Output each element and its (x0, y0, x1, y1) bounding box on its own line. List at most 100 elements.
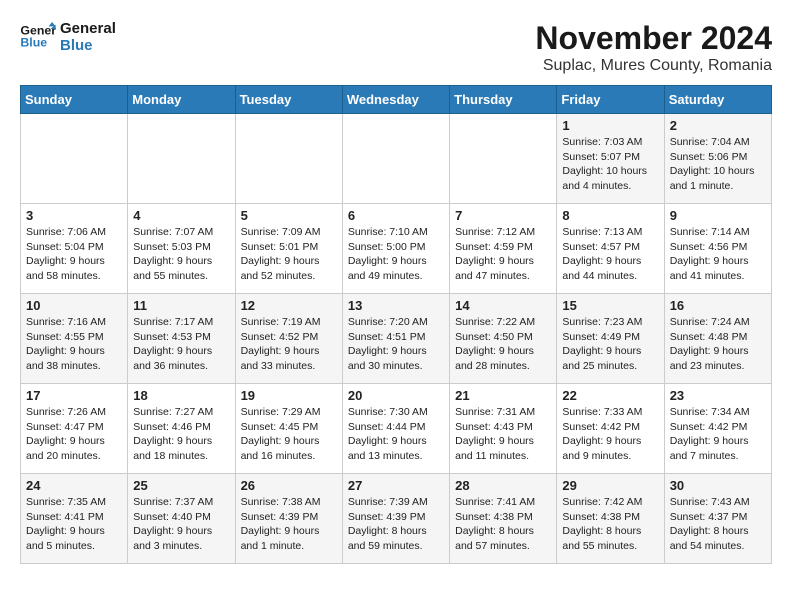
day-number: 2 (670, 118, 766, 133)
header-saturday: Saturday (664, 86, 771, 114)
calendar-header: SundayMondayTuesdayWednesdayThursdayFrid… (21, 86, 772, 114)
day-number: 28 (455, 478, 551, 493)
calendar-cell: 22 Sunrise: 7:33 AM Sunset: 4:42 PM Dayli… (557, 384, 664, 474)
calendar-cell: 19 Sunrise: 7:29 AM Sunset: 4:45 PM Dayli… (235, 384, 342, 474)
calendar-week-3: 17Sunrise: 7:26 AM Sunset: 4:47 PM Dayli… (21, 384, 772, 474)
header-friday: Friday (557, 86, 664, 114)
calendar-cell: 18 Sunrise: 7:27 AM Sunset: 4:46 PM Dayli… (128, 384, 235, 474)
day-number: 16 (670, 298, 766, 313)
cell-content: Sunrise: 7:34 AM Sunset: 4:42 PM Dayligh… (670, 405, 766, 464)
cell-content: Sunrise: 7:42 AM Sunset: 4:38 PM Dayligh… (562, 495, 658, 554)
calendar-cell: 30Sunrise: 7:43 AM Sunset: 4:37 PM Dayli… (664, 474, 771, 564)
day-number: 1 (562, 118, 658, 133)
day-number: 23 (670, 388, 766, 403)
calendar-cell: 12 Sunrise: 7:19 AM Sunset: 4:52 PM Dayli… (235, 294, 342, 384)
day-number: 8 (562, 208, 658, 223)
calendar-table: SundayMondayTuesdayWednesdayThursdayFrid… (20, 85, 772, 564)
day-number: 7 (455, 208, 551, 223)
cell-content: Sunrise: 7:24 AM Sunset: 4:48 PM Dayligh… (670, 315, 766, 374)
calendar-cell: 25Sunrise: 7:37 AM Sunset: 4:40 PM Dayli… (128, 474, 235, 564)
cell-content: Sunrise: 7:16 AM Sunset: 4:55 PM Dayligh… (26, 315, 122, 374)
calendar-cell: 14Sunrise: 7:22 AM Sunset: 4:50 PM Dayli… (450, 294, 557, 384)
cell-content: Sunrise: 7:43 AM Sunset: 4:37 PM Dayligh… (670, 495, 766, 554)
calendar-week-2: 10 Sunrise: 7:16 AM Sunset: 4:55 PM Dayli… (21, 294, 772, 384)
logo-line2: Blue (60, 37, 116, 54)
cell-content: Sunrise: 7:12 AM Sunset: 4:59 PM Dayligh… (455, 225, 551, 284)
day-number: 10 (26, 298, 122, 313)
page-header: General Blue General Blue November 2024 … (20, 20, 772, 75)
day-number: 4 (133, 208, 229, 223)
day-number: 6 (348, 208, 444, 223)
svg-text:Blue: Blue (20, 36, 47, 50)
calendar-cell: 16 Sunrise: 7:24 AM Sunset: 4:48 PM Dayli… (664, 294, 771, 384)
calendar-cell: 28Sunrise: 7:41 AM Sunset: 4:38 PM Dayli… (450, 474, 557, 564)
day-number: 11 (133, 298, 229, 313)
title-block: November 2024 Suplac, Mures County, Roma… (535, 20, 772, 75)
header-thursday: Thursday (450, 86, 557, 114)
cell-content: Sunrise: 7:38 AM Sunset: 4:39 PM Dayligh… (241, 495, 337, 554)
day-number: 5 (241, 208, 337, 223)
cell-content: Sunrise: 7:04 AM Sunset: 5:06 PM Dayligh… (670, 135, 766, 194)
calendar-cell: 13 Sunrise: 7:20 AM Sunset: 4:51 PM Dayli… (342, 294, 449, 384)
calendar-cell: 17Sunrise: 7:26 AM Sunset: 4:47 PM Dayli… (21, 384, 128, 474)
calendar-week-0: 1 Sunrise: 7:03 AM Sunset: 5:07 PM Daylig… (21, 114, 772, 204)
cell-content: Sunrise: 7:33 AM Sunset: 4:42 PM Dayligh… (562, 405, 658, 464)
calendar-cell: 27Sunrise: 7:39 AM Sunset: 4:39 PM Dayli… (342, 474, 449, 564)
day-number: 25 (133, 478, 229, 493)
calendar-cell: 24Sunrise: 7:35 AM Sunset: 4:41 PM Dayli… (21, 474, 128, 564)
day-number: 9 (670, 208, 766, 223)
cell-content: Sunrise: 7:19 AM Sunset: 4:52 PM Dayligh… (241, 315, 337, 374)
calendar-cell: 20 Sunrise: 7:30 AM Sunset: 4:44 PM Dayli… (342, 384, 449, 474)
day-number: 12 (241, 298, 337, 313)
cell-content: Sunrise: 7:03 AM Sunset: 5:07 PM Dayligh… (562, 135, 658, 194)
cell-content: Sunrise: 7:35 AM Sunset: 4:41 PM Dayligh… (26, 495, 122, 554)
location-subtitle: Suplac, Mures County, Romania (535, 57, 772, 75)
cell-content: Sunrise: 7:26 AM Sunset: 4:47 PM Dayligh… (26, 405, 122, 464)
month-title: November 2024 (535, 20, 772, 57)
calendar-cell: 5 Sunrise: 7:09 AM Sunset: 5:01 PM Daylig… (235, 204, 342, 294)
cell-content: Sunrise: 7:09 AM Sunset: 5:01 PM Dayligh… (241, 225, 337, 284)
calendar-week-1: 3 Sunrise: 7:06 AM Sunset: 5:04 PM Daylig… (21, 204, 772, 294)
day-number: 20 (348, 388, 444, 403)
day-number: 26 (241, 478, 337, 493)
calendar-cell: 26 Sunrise: 7:38 AM Sunset: 4:39 PM Dayli… (235, 474, 342, 564)
day-number: 29 (562, 478, 658, 493)
day-number: 13 (348, 298, 444, 313)
cell-content: Sunrise: 7:30 AM Sunset: 4:44 PM Dayligh… (348, 405, 444, 464)
calendar-cell (128, 114, 235, 204)
logo-line1: General (60, 20, 116, 37)
day-number: 22 (562, 388, 658, 403)
cell-content: Sunrise: 7:29 AM Sunset: 4:45 PM Dayligh… (241, 405, 337, 464)
calendar-cell: 1 Sunrise: 7:03 AM Sunset: 5:07 PM Daylig… (557, 114, 664, 204)
calendar-cell: 2 Sunrise: 7:04 AM Sunset: 5:06 PM Daylig… (664, 114, 771, 204)
cell-content: Sunrise: 7:27 AM Sunset: 4:46 PM Dayligh… (133, 405, 229, 464)
day-number: 21 (455, 388, 551, 403)
calendar-week-4: 24Sunrise: 7:35 AM Sunset: 4:41 PM Dayli… (21, 474, 772, 564)
calendar-cell (21, 114, 128, 204)
cell-content: Sunrise: 7:07 AM Sunset: 5:03 PM Dayligh… (133, 225, 229, 284)
header-monday: Monday (128, 86, 235, 114)
logo: General Blue General Blue (20, 20, 116, 54)
logo-icon: General Blue (20, 22, 56, 52)
calendar-cell (450, 114, 557, 204)
calendar-cell: 6 Sunrise: 7:10 AM Sunset: 5:00 PM Daylig… (342, 204, 449, 294)
calendar-cell: 7 Sunrise: 7:12 AM Sunset: 4:59 PM Daylig… (450, 204, 557, 294)
day-number: 18 (133, 388, 229, 403)
cell-content: Sunrise: 7:06 AM Sunset: 5:04 PM Dayligh… (26, 225, 122, 284)
calendar-cell: 11Sunrise: 7:17 AM Sunset: 4:53 PM Dayli… (128, 294, 235, 384)
calendar-cell: 10 Sunrise: 7:16 AM Sunset: 4:55 PM Dayli… (21, 294, 128, 384)
header-wednesday: Wednesday (342, 86, 449, 114)
calendar-body: 1 Sunrise: 7:03 AM Sunset: 5:07 PM Daylig… (21, 114, 772, 564)
cell-content: Sunrise: 7:13 AM Sunset: 4:57 PM Dayligh… (562, 225, 658, 284)
calendar-cell: 3 Sunrise: 7:06 AM Sunset: 5:04 PM Daylig… (21, 204, 128, 294)
header-row: SundayMondayTuesdayWednesdayThursdayFrid… (21, 86, 772, 114)
day-number: 27 (348, 478, 444, 493)
day-number: 3 (26, 208, 122, 223)
day-number: 14 (455, 298, 551, 313)
calendar-cell: 15Sunrise: 7:23 AM Sunset: 4:49 PM Dayli… (557, 294, 664, 384)
day-number: 19 (241, 388, 337, 403)
cell-content: Sunrise: 7:23 AM Sunset: 4:49 PM Dayligh… (562, 315, 658, 374)
cell-content: Sunrise: 7:20 AM Sunset: 4:51 PM Dayligh… (348, 315, 444, 374)
cell-content: Sunrise: 7:10 AM Sunset: 5:00 PM Dayligh… (348, 225, 444, 284)
header-tuesday: Tuesday (235, 86, 342, 114)
